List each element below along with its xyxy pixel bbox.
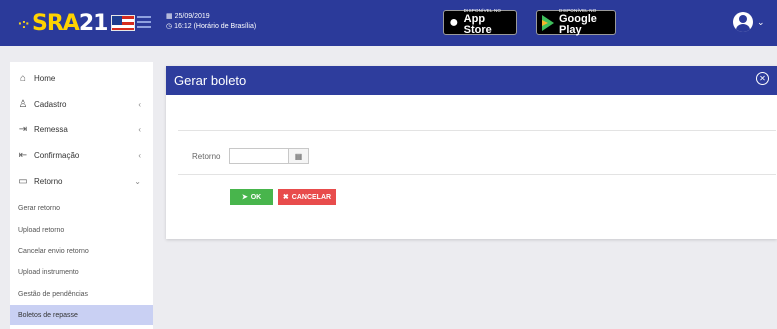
logo-dots: ·:· bbox=[18, 15, 30, 31]
apple-icon: ● bbox=[449, 13, 459, 31]
chevron-left-icon: ‹ bbox=[138, 124, 141, 134]
close-icon: ✖ bbox=[282, 194, 289, 201]
panel-title: Gerar boleto bbox=[174, 73, 247, 88]
ok-button-label: OK bbox=[250, 193, 262, 201]
retorno-date-field[interactable]: ▦ bbox=[229, 148, 309, 164]
sidebar-item-cadastro[interactable]: ♙ Cadastro ‹ bbox=[10, 92, 153, 116]
gerar-boleto-panel: Gerar boleto ✕ Retorno ▦ ➤ OK ✖ CANCELAR bbox=[166, 66, 777, 239]
sidebar-subitem-label: Gerar retorno bbox=[18, 204, 61, 212]
sidebar-subitem-label: Boletos de repasse bbox=[18, 311, 78, 319]
cancel-button-label: CANCELAR bbox=[291, 193, 332, 201]
chevron-left-icon: ‹ bbox=[138, 150, 141, 160]
sidebar: ⌂ Home ♙ Cadastro ‹ ⇥ Remessa ‹ ⇤ Confir… bbox=[10, 62, 153, 329]
sidebar-subitem-gestao-pendencias[interactable]: Gestão de pendências bbox=[10, 284, 153, 304]
sidebar-item-home[interactable]: ⌂ Home bbox=[10, 66, 153, 90]
sidebar-item-confirmacao[interactable]: ⇤ Confirmação ‹ bbox=[10, 143, 153, 167]
sidebar-item-label: Remessa bbox=[34, 124, 68, 134]
calendar-icon[interactable]: ▦ bbox=[288, 149, 308, 163]
close-icon[interactable]: ✕ bbox=[756, 72, 769, 85]
send-icon: ➤ bbox=[241, 194, 248, 201]
current-date: 25/09/2019 bbox=[174, 13, 210, 20]
google-play-label: Google Play bbox=[559, 13, 597, 37]
user-icon: ♙ bbox=[18, 98, 28, 110]
flag-icon bbox=[111, 15, 136, 31]
sidebar-item-label: Cadastro bbox=[34, 99, 67, 109]
menu-toggle-icon[interactable] bbox=[137, 16, 151, 28]
clock-icon: ◷ bbox=[166, 23, 173, 30]
logo-text: SRA21 bbox=[32, 10, 109, 36]
retorno-input[interactable] bbox=[230, 149, 288, 163]
app-logo[interactable]: ·:· SRA21 bbox=[18, 9, 136, 37]
chevron-down-icon: ⌄ bbox=[134, 176, 141, 186]
google-play-icon bbox=[542, 14, 554, 31]
user-avatar-icon bbox=[733, 12, 753, 32]
sidebar-item-remessa[interactable]: ⇥ Remessa ‹ bbox=[10, 117, 153, 141]
google-play-badge[interactable]: DISPONÍVEL NO Google Play bbox=[536, 8, 616, 37]
sidebar-item-label: Confirmação bbox=[34, 150, 80, 160]
sidebar-subitem-boletos-repasse[interactable]: Boletos de repasse bbox=[10, 305, 153, 325]
sidebar-subitem-label: Gestão de pendências bbox=[18, 290, 89, 298]
sidebar-subitem-upload-retorno[interactable]: Upload retorno bbox=[10, 220, 153, 240]
divider bbox=[178, 130, 776, 131]
sidebar-item-label: Home bbox=[34, 73, 56, 83]
logo-text-number: 21 bbox=[78, 10, 109, 36]
user-menu[interactable]: ⌄ bbox=[733, 12, 765, 32]
sidebar-subitem-gerar-retorno[interactable]: Gerar retorno bbox=[10, 198, 153, 218]
retorno-label: Retorno bbox=[192, 152, 221, 161]
app-store-label: App Store bbox=[463, 13, 492, 37]
divider bbox=[178, 174, 776, 175]
sidebar-subitem-cancelar-envio-retorno[interactable]: Cancelar envio retorno bbox=[10, 241, 153, 261]
folder-icon: ▭ bbox=[18, 175, 28, 187]
sidebar-subitem-label: Upload instrumento bbox=[18, 268, 79, 276]
chevron-left-icon: ‹ bbox=[138, 99, 141, 109]
sidebar-subitem-upload-instrumento[interactable]: Upload instrumento bbox=[10, 262, 153, 282]
logo-text-prefix: SRA bbox=[32, 10, 80, 36]
calendar-icon: ▦ bbox=[166, 13, 173, 20]
sidebar-subitem-label: Cancelar envio retorno bbox=[18, 247, 89, 255]
cancel-button[interactable]: ✖ CANCELAR bbox=[278, 189, 336, 205]
sidebar-item-retorno[interactable]: ▭ Retorno ⌄ bbox=[10, 169, 153, 193]
chevron-down-icon: ⌄ bbox=[757, 16, 765, 27]
ok-button[interactable]: ➤ OK bbox=[230, 189, 273, 205]
sign-in-icon: ⇥ bbox=[18, 123, 28, 135]
current-time: 16:12 (Horário de Brasília) bbox=[174, 23, 257, 30]
top-bar: ·:· SRA21 ▦ 25/09/2019 ◷ 16:12 (Horário de… bbox=[0, 0, 777, 46]
sidebar-item-label: Retorno bbox=[34, 176, 63, 186]
date-time: ▦ 25/09/2019 ◷ 16:12 (Horário de Brasília) bbox=[166, 12, 256, 32]
home-icon: ⌂ bbox=[19, 72, 27, 84]
app-store-badge[interactable]: ● DISPONÍVEL NO App Store bbox=[443, 8, 517, 37]
panel-header: Gerar boleto ✕ bbox=[166, 66, 777, 95]
sign-out-icon: ⇤ bbox=[18, 149, 28, 161]
sidebar-subitem-label: Upload retorno bbox=[18, 226, 65, 234]
